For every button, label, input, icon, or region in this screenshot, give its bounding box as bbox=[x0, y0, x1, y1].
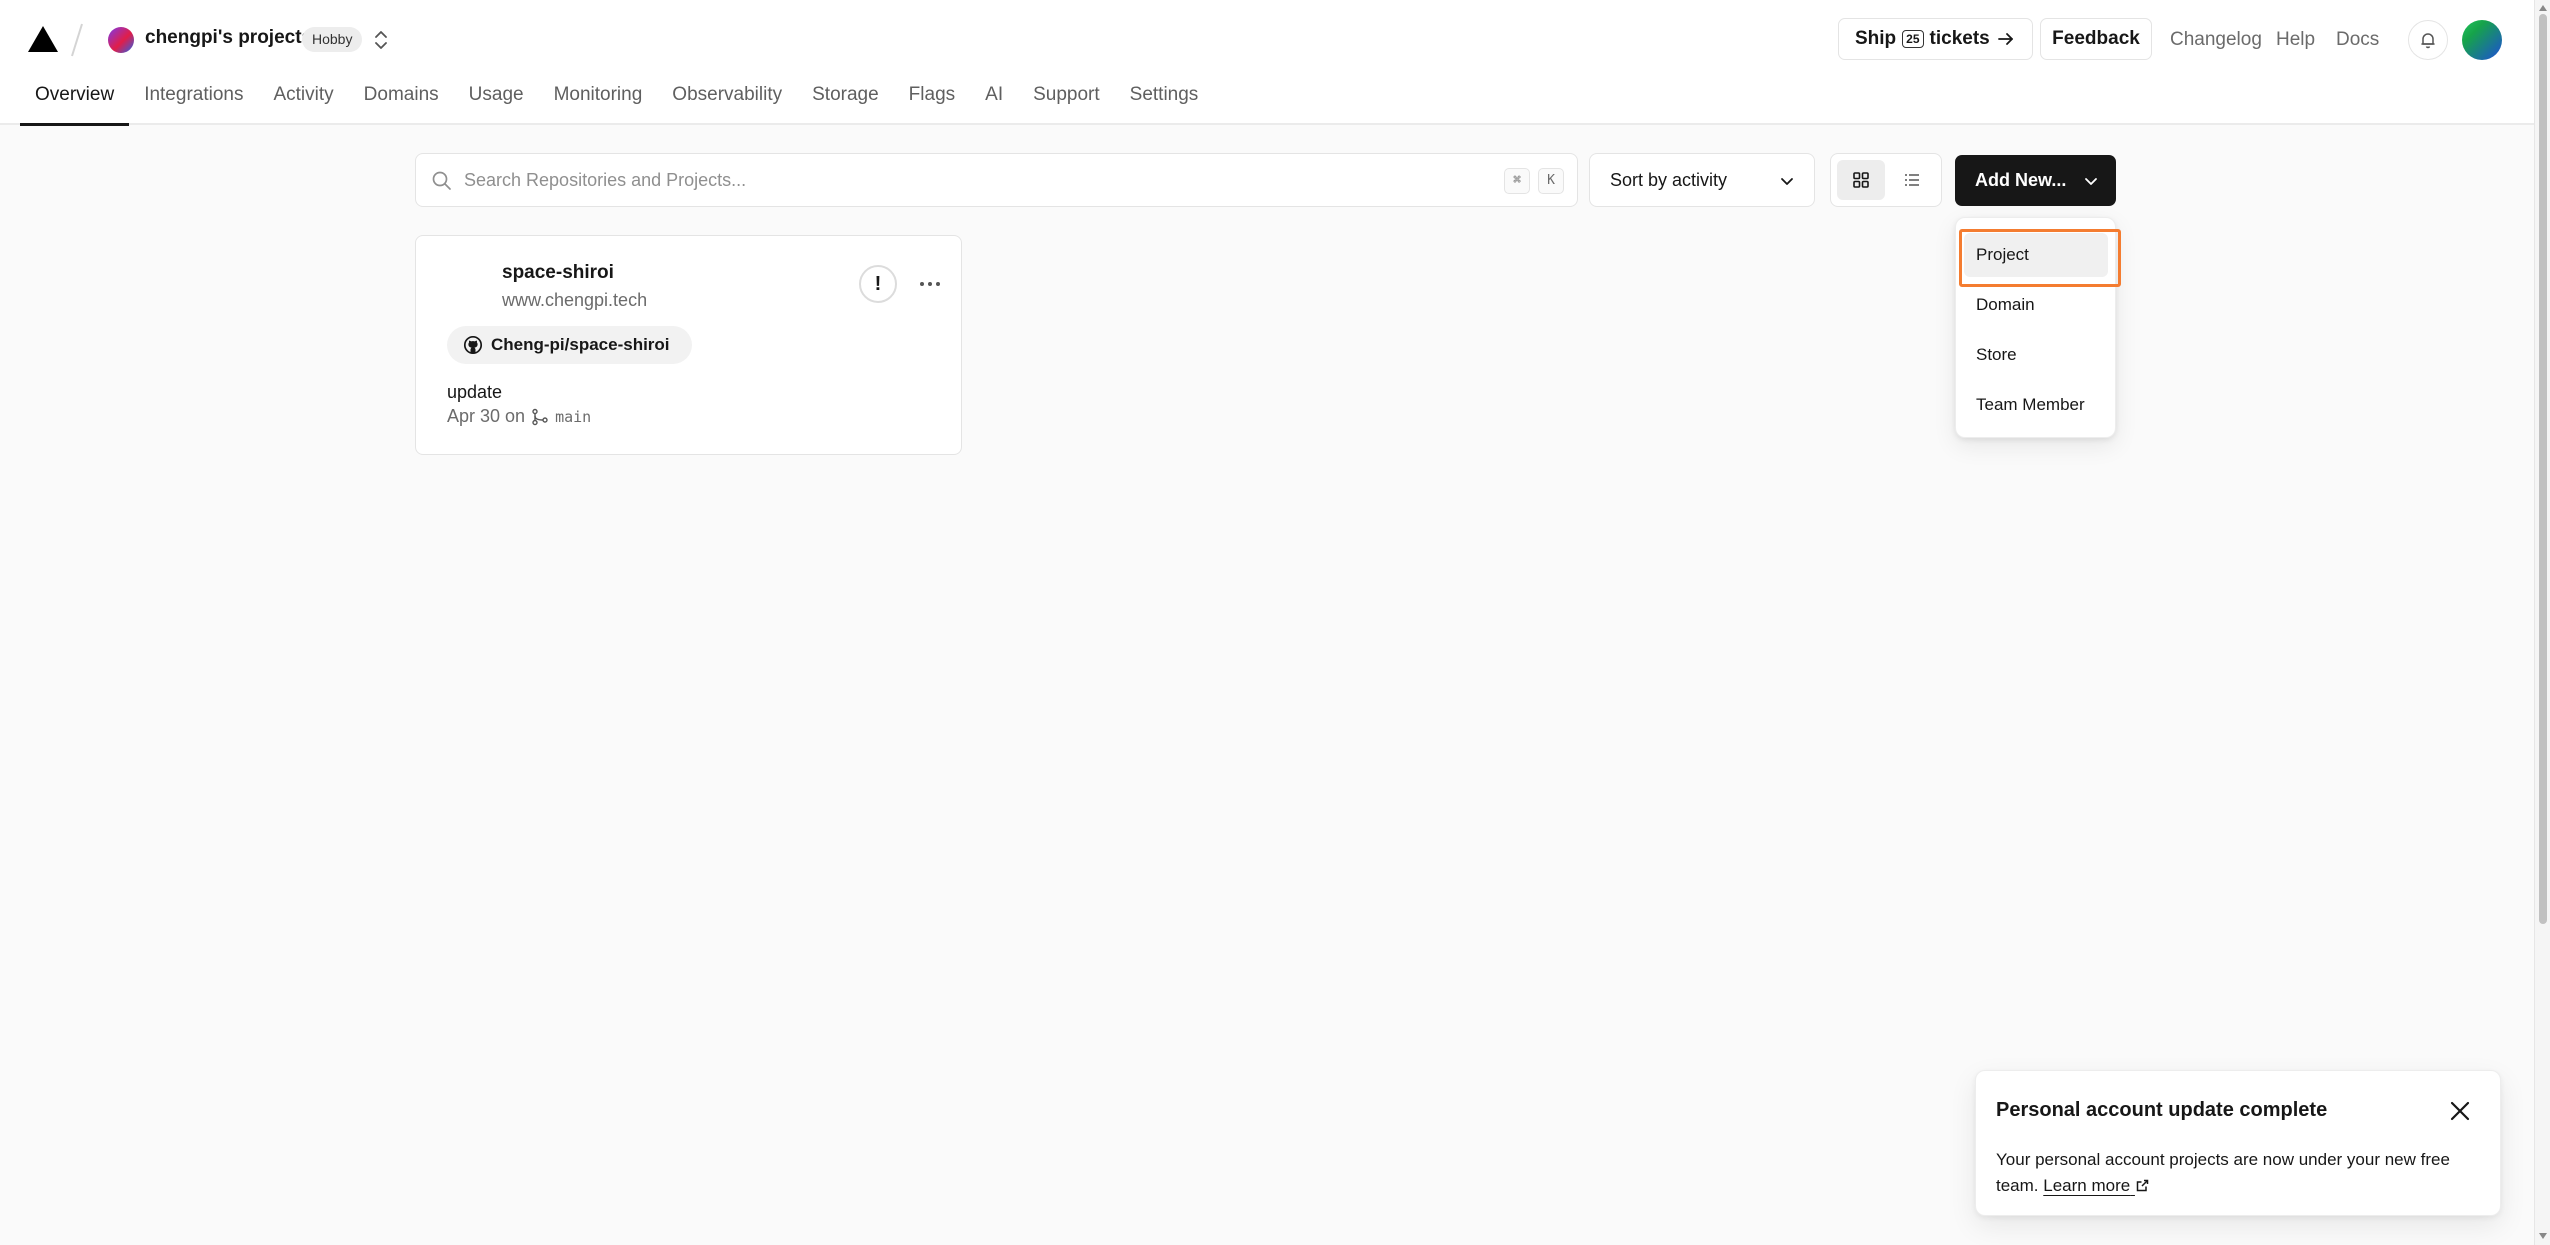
repo-link[interactable]: Cheng-pi/space-shiroi bbox=[447, 326, 692, 364]
main-tabs: Overview Integrations Activity Domains U… bbox=[20, 84, 1214, 126]
commit-date: Apr 30 on bbox=[447, 406, 526, 426]
scroll-down-arrow-icon[interactable] bbox=[2538, 1231, 2548, 1241]
feedback-button[interactable]: Feedback bbox=[2040, 18, 2152, 60]
view-toggle bbox=[1830, 153, 1942, 207]
menu-item-project[interactable]: Project bbox=[1964, 233, 2108, 277]
ship-label: Ship bbox=[1855, 28, 1897, 49]
project-url[interactable]: www.chengpi.tech bbox=[502, 290, 647, 311]
close-icon bbox=[2450, 1101, 2470, 1121]
sort-select[interactable]: Sort by activity bbox=[1589, 153, 1815, 207]
commit-meta: Apr 30 on main bbox=[447, 406, 591, 427]
plan-badge: Hobby bbox=[302, 27, 363, 52]
toast-close-button[interactable] bbox=[2444, 1095, 2476, 1127]
chevron-down-icon bbox=[2085, 178, 2097, 185]
tab-activity[interactable]: Activity bbox=[258, 84, 348, 125]
learn-more-link[interactable]: Learn more bbox=[2043, 1176, 2150, 1195]
project-name[interactable]: space-shiroi bbox=[502, 262, 614, 284]
ship-number-badge: 25 bbox=[1902, 30, 1924, 48]
branch-name[interactable]: main bbox=[555, 408, 591, 426]
bell-icon bbox=[2421, 33, 2435, 49]
tab-usage[interactable]: Usage bbox=[454, 84, 539, 125]
tab-monitoring[interactable]: Monitoring bbox=[539, 84, 658, 125]
scrollbar-thumb[interactable] bbox=[2539, 14, 2547, 924]
search-input[interactable] bbox=[464, 164, 1444, 196]
add-new-menu: Project Domain Store Team Member bbox=[1955, 217, 2116, 438]
tab-domains[interactable]: Domains bbox=[349, 84, 454, 125]
top-header: chengpi's projects Hobby Ship 25 tickets… bbox=[0, 0, 2534, 126]
grid-view-button[interactable] bbox=[1837, 160, 1885, 200]
vercel-logo-icon[interactable] bbox=[28, 26, 58, 52]
menu-item-team-member[interactable]: Team Member bbox=[1964, 383, 2108, 427]
search-icon bbox=[432, 171, 451, 190]
scroll-up-arrow-icon[interactable] bbox=[2538, 3, 2548, 13]
toast-body-container: Your personal account projects are now u… bbox=[1996, 1147, 2486, 1199]
list-view-button[interactable] bbox=[1888, 160, 1936, 200]
notification-toast: Personal account update complete Your pe… bbox=[1975, 1070, 2501, 1216]
docs-link[interactable]: Docs bbox=[2336, 29, 2379, 51]
ship-suffix: tickets bbox=[1929, 28, 1990, 49]
chevron-down-icon bbox=[1781, 178, 1793, 185]
more-horizontal-icon bbox=[920, 282, 940, 286]
tab-observability[interactable]: Observability bbox=[657, 84, 797, 125]
arrow-right-icon bbox=[1997, 33, 2013, 45]
tab-integrations[interactable]: Integrations bbox=[129, 84, 258, 125]
tab-settings[interactable]: Settings bbox=[1115, 84, 1214, 125]
add-new-label: Add New... bbox=[1975, 170, 2067, 190]
team-name[interactable]: chengpi's projects bbox=[145, 27, 312, 49]
learn-more-label: Learn more bbox=[2043, 1176, 2131, 1195]
user-avatar[interactable] bbox=[2462, 20, 2502, 60]
search-bar: ⌘ K bbox=[415, 153, 1578, 207]
menu-item-store[interactable]: Store bbox=[1964, 333, 2108, 377]
list-view-icon bbox=[1905, 174, 1919, 186]
k-key-hint: K bbox=[1538, 168, 1564, 194]
ship-tickets-button[interactable]: Ship 25 tickets bbox=[1838, 18, 2033, 60]
git-branch-icon bbox=[532, 408, 548, 425]
changelog-link[interactable]: Changelog bbox=[2170, 29, 2262, 51]
command-key-hint: ⌘ bbox=[1504, 168, 1530, 194]
breadcrumb-separator-icon bbox=[71, 23, 83, 57]
team-avatar[interactable] bbox=[108, 27, 134, 53]
tab-support[interactable]: Support bbox=[1018, 84, 1115, 125]
chevron-up-down-icon[interactable] bbox=[372, 26, 390, 54]
menu-item-domain[interactable]: Domain bbox=[1964, 283, 2108, 327]
github-icon bbox=[463, 335, 483, 355]
tab-ai[interactable]: AI bbox=[970, 84, 1018, 125]
notifications-button[interactable] bbox=[2408, 20, 2448, 60]
toast-title: Personal account update complete bbox=[1996, 1099, 2328, 1121]
grid-view-icon bbox=[1853, 172, 1869, 188]
project-card[interactable]: space-shiroi www.chengpi.tech ! Cheng-pi… bbox=[415, 235, 962, 455]
external-link-icon bbox=[2136, 1179, 2149, 1192]
repo-name: Cheng-pi/space-shiroi bbox=[491, 335, 670, 354]
tab-storage[interactable]: Storage bbox=[797, 84, 894, 125]
warning-icon[interactable]: ! bbox=[859, 265, 897, 303]
sort-select-value: Sort by activity bbox=[1610, 170, 1728, 190]
project-more-button[interactable] bbox=[914, 266, 946, 302]
add-new-button[interactable]: Add New... bbox=[1955, 155, 2116, 206]
tab-overview[interactable]: Overview bbox=[20, 84, 130, 126]
commit-message: update bbox=[447, 382, 503, 402]
help-link[interactable]: Help bbox=[2276, 29, 2315, 51]
page-scrollbar[interactable] bbox=[2534, 0, 2550, 1245]
tab-flags[interactable]: Flags bbox=[894, 84, 970, 125]
